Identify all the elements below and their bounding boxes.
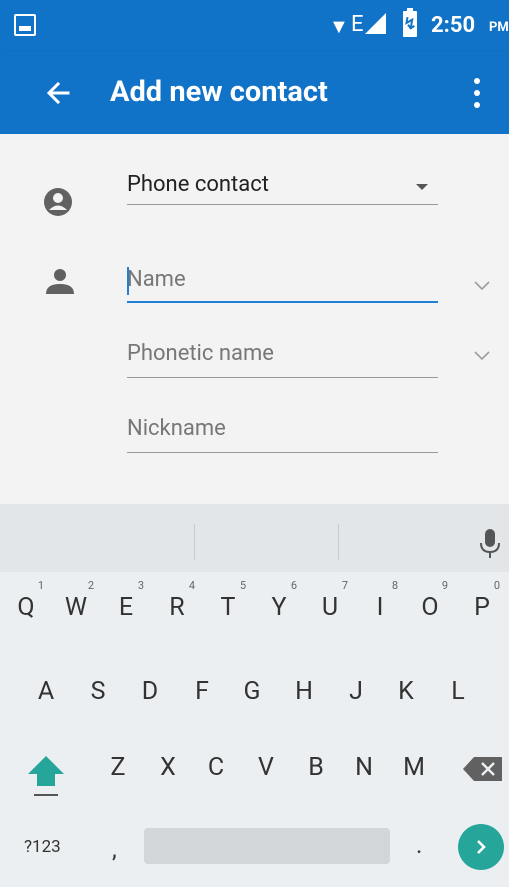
expand-phonetic-chevron-icon[interactable] xyxy=(472,348,492,362)
soft-keyboard: Q1 W2 E3 R4 T5 Y6 U7 I8 O9 P0 A S D F G … xyxy=(0,504,509,887)
key-hint-number: 2 xyxy=(87,579,94,592)
comma-key[interactable]: , xyxy=(112,834,117,864)
key-l[interactable]: L xyxy=(438,676,478,708)
wifi-icon: ▼ xyxy=(329,14,349,38)
key-g[interactable]: G xyxy=(232,676,272,708)
signal-icon xyxy=(365,13,386,34)
key-hint-number: 7 xyxy=(341,579,348,592)
microphone-icon[interactable] xyxy=(476,525,504,561)
chevron-right-icon xyxy=(477,840,486,854)
clock-ampm: PM xyxy=(489,20,509,35)
phonetic-name-field[interactable]: Phonetic name xyxy=(127,339,438,379)
dropdown-arrow-icon xyxy=(416,184,428,190)
nickname-field[interactable]: Nickname xyxy=(127,414,438,454)
key-v[interactable]: V xyxy=(246,752,286,784)
key-o[interactable]: O9 xyxy=(410,580,450,624)
backspace-key-icon[interactable] xyxy=(462,756,504,782)
key-hint-number: 0 xyxy=(493,579,500,592)
symbols-key[interactable]: ?123 xyxy=(24,835,61,859)
key-n[interactable]: N xyxy=(344,752,384,784)
name-field-hint: Name xyxy=(127,267,186,292)
key-hint-number: 4 xyxy=(188,579,195,592)
shift-key-icon[interactable] xyxy=(26,752,66,800)
key-m[interactable]: M xyxy=(394,752,434,784)
key-c[interactable]: C xyxy=(196,752,236,784)
key-hint-number: 8 xyxy=(391,579,398,592)
period-key[interactable]: . xyxy=(416,830,422,860)
key-x[interactable]: X xyxy=(148,752,188,784)
key-u[interactable]: U7 xyxy=(310,580,350,624)
key-b[interactable]: B xyxy=(296,752,336,784)
nickname-field-hint: Nickname xyxy=(127,416,226,441)
suggestion-divider xyxy=(338,524,339,560)
network-type: E xyxy=(351,12,364,37)
key-h[interactable]: H xyxy=(284,676,324,708)
key-e[interactable]: E3 xyxy=(106,580,146,624)
status-bar: ▼ E ↯ 2:50 PM xyxy=(0,0,509,52)
suggestion-divider xyxy=(194,524,195,560)
expand-name-chevron-icon[interactable] xyxy=(472,278,492,292)
back-arrow-icon[interactable] xyxy=(38,73,78,113)
account-selector[interactable]: Phone contact xyxy=(127,170,438,206)
app-bar: Add new contact xyxy=(0,52,509,134)
key-hint-number: 1 xyxy=(37,579,44,592)
key-q[interactable]: Q1 xyxy=(6,580,46,624)
account-circle-icon xyxy=(44,188,72,216)
phonetic-name-field-hint: Phonetic name xyxy=(127,341,274,366)
key-a[interactable]: A xyxy=(26,676,66,708)
charging-icon: ↯ xyxy=(403,14,417,33)
next-key[interactable] xyxy=(458,824,504,870)
image-notification-icon xyxy=(14,14,36,36)
key-d[interactable]: D xyxy=(130,676,170,708)
name-field[interactable]: Name xyxy=(127,265,438,303)
contact-form: Phone contact Name Phonetic name Nicknam… xyxy=(0,134,509,504)
text-cursor xyxy=(127,267,129,295)
key-j[interactable]: J xyxy=(336,676,376,708)
key-z[interactable]: Z xyxy=(98,752,138,784)
key-p[interactable]: P0 xyxy=(462,580,502,624)
page-title: Add new contact xyxy=(110,75,328,109)
key-y[interactable]: Y6 xyxy=(259,580,299,624)
key-f[interactable]: F xyxy=(182,676,222,708)
key-hint-number: 6 xyxy=(290,579,297,592)
key-k[interactable]: K xyxy=(386,676,426,708)
key-t[interactable]: T5 xyxy=(208,580,248,624)
key-r[interactable]: R4 xyxy=(157,580,197,624)
key-hint-number: 3 xyxy=(137,579,144,592)
key-s[interactable]: S xyxy=(78,676,118,708)
overflow-menu-icon[interactable] xyxy=(462,72,492,114)
person-icon xyxy=(46,269,74,294)
key-hint-number: 9 xyxy=(441,579,448,592)
key-i[interactable]: I8 xyxy=(360,580,400,624)
account-selector-value: Phone contact xyxy=(127,172,269,197)
key-w[interactable]: W2 xyxy=(56,580,96,624)
suggestion-strip xyxy=(0,504,509,572)
clock: 2:50 xyxy=(431,13,476,38)
space-bar[interactable] xyxy=(144,828,390,864)
key-hint-number: 5 xyxy=(239,579,246,592)
